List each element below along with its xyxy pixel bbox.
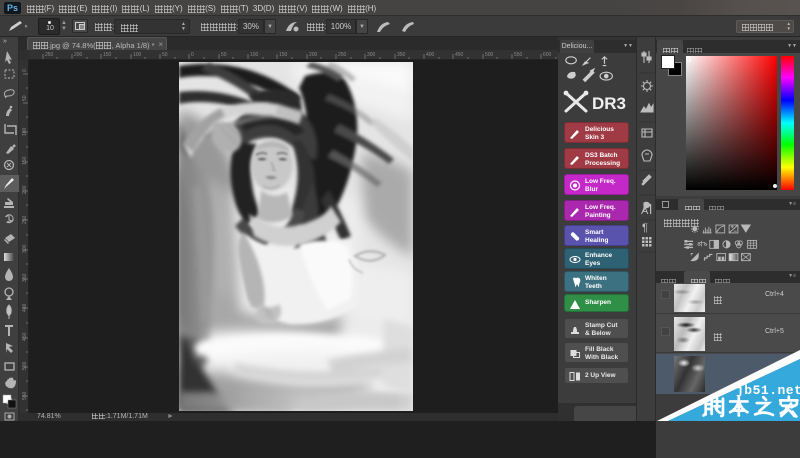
svg-text:350: 350: [22, 273, 28, 282]
svg-text:250: 250: [22, 215, 28, 224]
svg-text:0: 0: [191, 52, 194, 58]
svg-text:DR3: DR3: [592, 94, 626, 113]
svg-text:600: 600: [543, 52, 552, 58]
svg-text:550: 550: [22, 391, 28, 400]
svg-text:A: A: [641, 205, 649, 217]
svg-text:¶: ¶: [642, 222, 648, 234]
svg-text:250: 250: [338, 52, 347, 58]
svg-text:250: 250: [45, 52, 54, 58]
svg-text:500: 500: [22, 361, 28, 370]
svg-text:450: 450: [22, 332, 28, 341]
svg-text:400: 400: [426, 52, 435, 58]
svg-text:50: 50: [22, 95, 28, 101]
svg-text:300: 300: [22, 244, 28, 253]
svg-text:500: 500: [485, 52, 494, 58]
svg-text:100: 100: [133, 52, 142, 58]
svg-text:150: 150: [103, 52, 112, 58]
svg-text:100: 100: [250, 52, 259, 58]
svg-text:100: 100: [22, 127, 28, 136]
svg-text:200: 200: [22, 185, 28, 194]
svg-text:150: 150: [22, 156, 28, 165]
svg-text:300: 300: [367, 52, 376, 58]
svg-text:350: 350: [397, 52, 406, 58]
svg-text:450: 450: [455, 52, 464, 58]
svg-text:550: 550: [514, 52, 523, 58]
svg-text:jb51.net: jb51.net: [736, 383, 800, 398]
svg-text:50: 50: [162, 52, 168, 58]
svg-text:400: 400: [22, 303, 28, 312]
svg-text:0: 0: [22, 69, 28, 72]
svg-text:200: 200: [74, 52, 83, 58]
svg-text:200: 200: [309, 52, 318, 58]
svg-text:150: 150: [279, 52, 288, 58]
svg-text:50: 50: [221, 52, 227, 58]
